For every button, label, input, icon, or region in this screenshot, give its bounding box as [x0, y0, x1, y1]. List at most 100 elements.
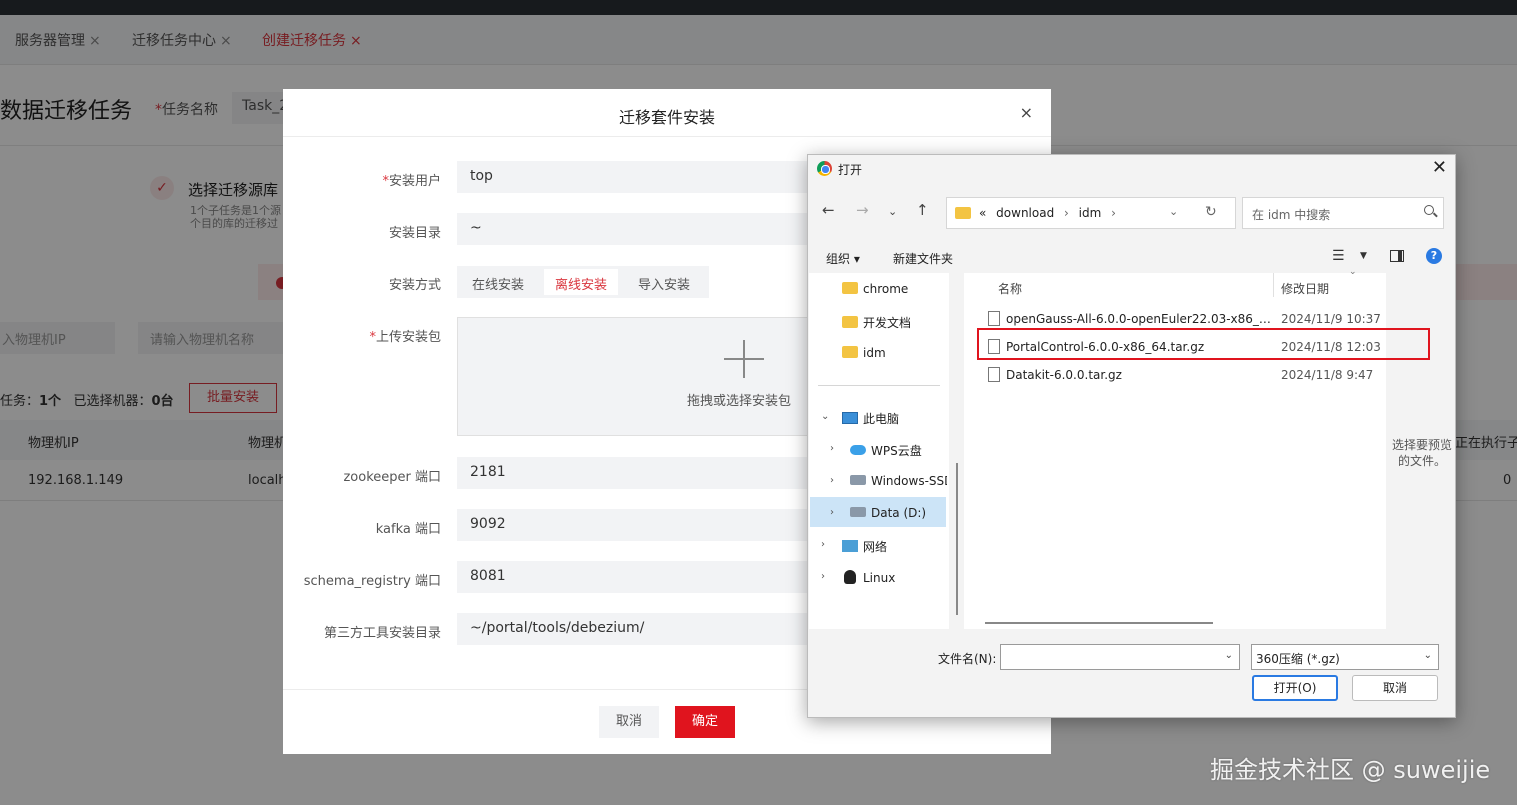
file-icon — [988, 367, 1000, 382]
cancel-button[interactable]: 取消 — [599, 706, 659, 738]
highlight-box — [977, 328, 1430, 360]
search-icon — [1424, 205, 1434, 215]
file-date: 2024/11/8 9:47 — [1281, 368, 1374, 382]
file-row[interactable]: openGauss-All-6.0.0-openEuler22.03-x86_6… — [988, 311, 1274, 326]
label-text: 安装用户 — [388, 174, 441, 189]
view-list-icon[interactable]: ☰ — [1332, 248, 1345, 264]
chevron-down-icon[interactable]: ⌄ — [1169, 205, 1178, 218]
tree-label: Data (D:) — [871, 506, 927, 520]
breadcrumb-idm[interactable]: idm — [1079, 206, 1102, 220]
tree-label: Windows-SSD — [871, 474, 947, 488]
organize-menu[interactable]: 组织 ▾ — [826, 250, 860, 267]
tree-item-idm[interactable]: idm — [842, 346, 886, 360]
chevron-down-icon[interactable]: ⌄ — [1225, 650, 1233, 661]
preview-line: 选择要预览 — [1391, 438, 1452, 452]
address-bar[interactable]: « download › idm › ⌄ ↻ — [946, 197, 1236, 229]
close-icon[interactable]: ✕ — [1432, 157, 1447, 178]
close-icon[interactable]: × — [1020, 103, 1033, 122]
tree-label: 开发文档 — [863, 316, 912, 330]
install-mode-online[interactable]: 在线安装 — [461, 269, 535, 295]
file-name: Datakit-6.0.0.tar.gz — [1006, 368, 1122, 382]
divider — [283, 136, 1051, 137]
filetype-select[interactable]: 360压缩 (*.gz) ⌄ — [1251, 644, 1439, 670]
tree-label: chrome — [863, 282, 909, 296]
install-mode-segmented: 在线安装 离线安装 导入安装 — [457, 266, 709, 298]
cloud-icon — [850, 445, 866, 455]
tree-item-this-pc[interactable]: 此电脑 — [842, 410, 899, 427]
new-folder-button[interactable]: 新建文件夹 — [893, 250, 953, 267]
preview-pane-icon[interactable] — [1390, 250, 1404, 262]
dialog-cancel-button[interactable]: 取消 — [1352, 675, 1438, 701]
third-party-dir-label: 第三方工具安装目录 — [323, 626, 441, 641]
preview-line: 的文件。 — [1397, 454, 1446, 468]
chevron-right-icon[interactable]: › — [830, 443, 834, 454]
folder-icon — [842, 346, 858, 358]
dialog-title: 打开 — [838, 163, 863, 177]
folder-icon — [842, 282, 858, 294]
divider — [818, 385, 940, 386]
file-icon — [988, 311, 1000, 326]
linux-icon — [844, 570, 856, 584]
plus-icon — [724, 340, 764, 380]
tree-item-dev-docs[interactable]: 开发文档 — [842, 314, 911, 331]
forward-arrow-icon[interactable]: → — [856, 201, 869, 219]
schema-registry-port-label: schema_registry 端口 — [303, 574, 441, 589]
column-header-date[interactable]: 修改日期 — [1281, 280, 1329, 297]
install-mode-import[interactable]: 导入安装 — [627, 269, 701, 295]
upload-hint: 拖拽或选择安装包 — [687, 394, 792, 409]
install-user-label: *安装用户 — [382, 174, 441, 189]
help-icon[interactable]: ? — [1426, 248, 1442, 264]
chevron-down-icon: ⌄ — [1349, 267, 1357, 277]
chevron-right-icon[interactable]: › — [830, 507, 834, 518]
confirm-button[interactable]: 确定 — [675, 706, 735, 738]
chevron-down-icon: ⌄ — [1423, 650, 1432, 661]
label-text: 上传安装包 — [375, 330, 441, 345]
tree-item-linux[interactable]: Linux — [842, 570, 895, 585]
search-input[interactable]: 在 idm 中搜索 — [1242, 197, 1444, 229]
network-icon — [842, 540, 858, 552]
install-mode-offline[interactable]: 离线安装 — [544, 269, 619, 295]
filename-input[interactable]: ⌄ — [1000, 644, 1240, 670]
column-header-name[interactable]: 名称 — [998, 280, 1022, 297]
up-arrow-icon[interactable]: ↑ — [916, 201, 929, 219]
computer-icon — [842, 412, 858, 424]
install-dir-label: 安装目录 — [388, 226, 441, 241]
back-arrow-icon[interactable]: ← — [822, 201, 835, 219]
breadcrumb-overflow[interactable]: « — [979, 206, 986, 220]
tree-label: Linux — [863, 571, 896, 585]
breadcrumb-separator: › — [1064, 206, 1069, 220]
scrollbar[interactable] — [956, 463, 958, 615]
tree-item-chrome[interactable]: chrome — [842, 282, 908, 296]
column-separator[interactable] — [1273, 273, 1274, 297]
chevron-down-icon[interactable]: ⌄ — [821, 411, 829, 422]
tree-label: WPS云盘 — [871, 444, 922, 458]
upload-label: *上传安装包 — [369, 330, 441, 345]
tree-item-data-d[interactable]: Data (D:) — [850, 506, 926, 520]
folder-icon — [842, 316, 858, 328]
file-open-dialog: 打开 ✕ ← → ⌄ ↑ « download › idm › ⌄ ↻ 在 id… — [807, 154, 1456, 718]
chevron-down-icon[interactable]: ▼ — [1360, 251, 1367, 261]
file-name: openGauss-All-6.0.0-openEuler22.03-x86_6… — [1006, 312, 1274, 326]
drive-icon — [850, 475, 866, 485]
preview-hint: 选择要预览 的文件。 — [1388, 437, 1456, 469]
breadcrumb-separator: › — [1111, 206, 1116, 220]
chevron-right-icon[interactable]: › — [821, 539, 825, 550]
tree-item-windows-ssd[interactable]: Windows-SSD — [850, 474, 947, 488]
modal-title: 迁移套件安装 — [618, 108, 715, 127]
install-mode-label: 安装方式 — [388, 278, 441, 293]
recent-dropdown-icon[interactable]: ⌄ — [888, 205, 897, 218]
breadcrumb-download[interactable]: download — [996, 206, 1054, 220]
refresh-icon[interactable]: ↻ — [1205, 204, 1217, 220]
file-row[interactable]: Datakit-6.0.0.tar.gz — [988, 367, 1274, 382]
tree-item-wps-cloud[interactable]: WPS云盘 — [850, 442, 922, 459]
folder-icon — [955, 207, 971, 219]
open-button[interactable]: 打开(O) — [1252, 675, 1338, 701]
tree-label: 网络 — [863, 540, 888, 554]
tree-item-network[interactable]: 网络 — [842, 538, 887, 555]
chevron-right-icon[interactable]: › — [830, 475, 834, 486]
chevron-right-icon[interactable]: › — [821, 571, 825, 582]
chrome-icon — [817, 161, 832, 176]
horizontal-scrollbar[interactable] — [985, 622, 1213, 624]
file-list-pane — [964, 273, 1386, 629]
kafka-port-label: kafka 端口 — [375, 522, 441, 537]
